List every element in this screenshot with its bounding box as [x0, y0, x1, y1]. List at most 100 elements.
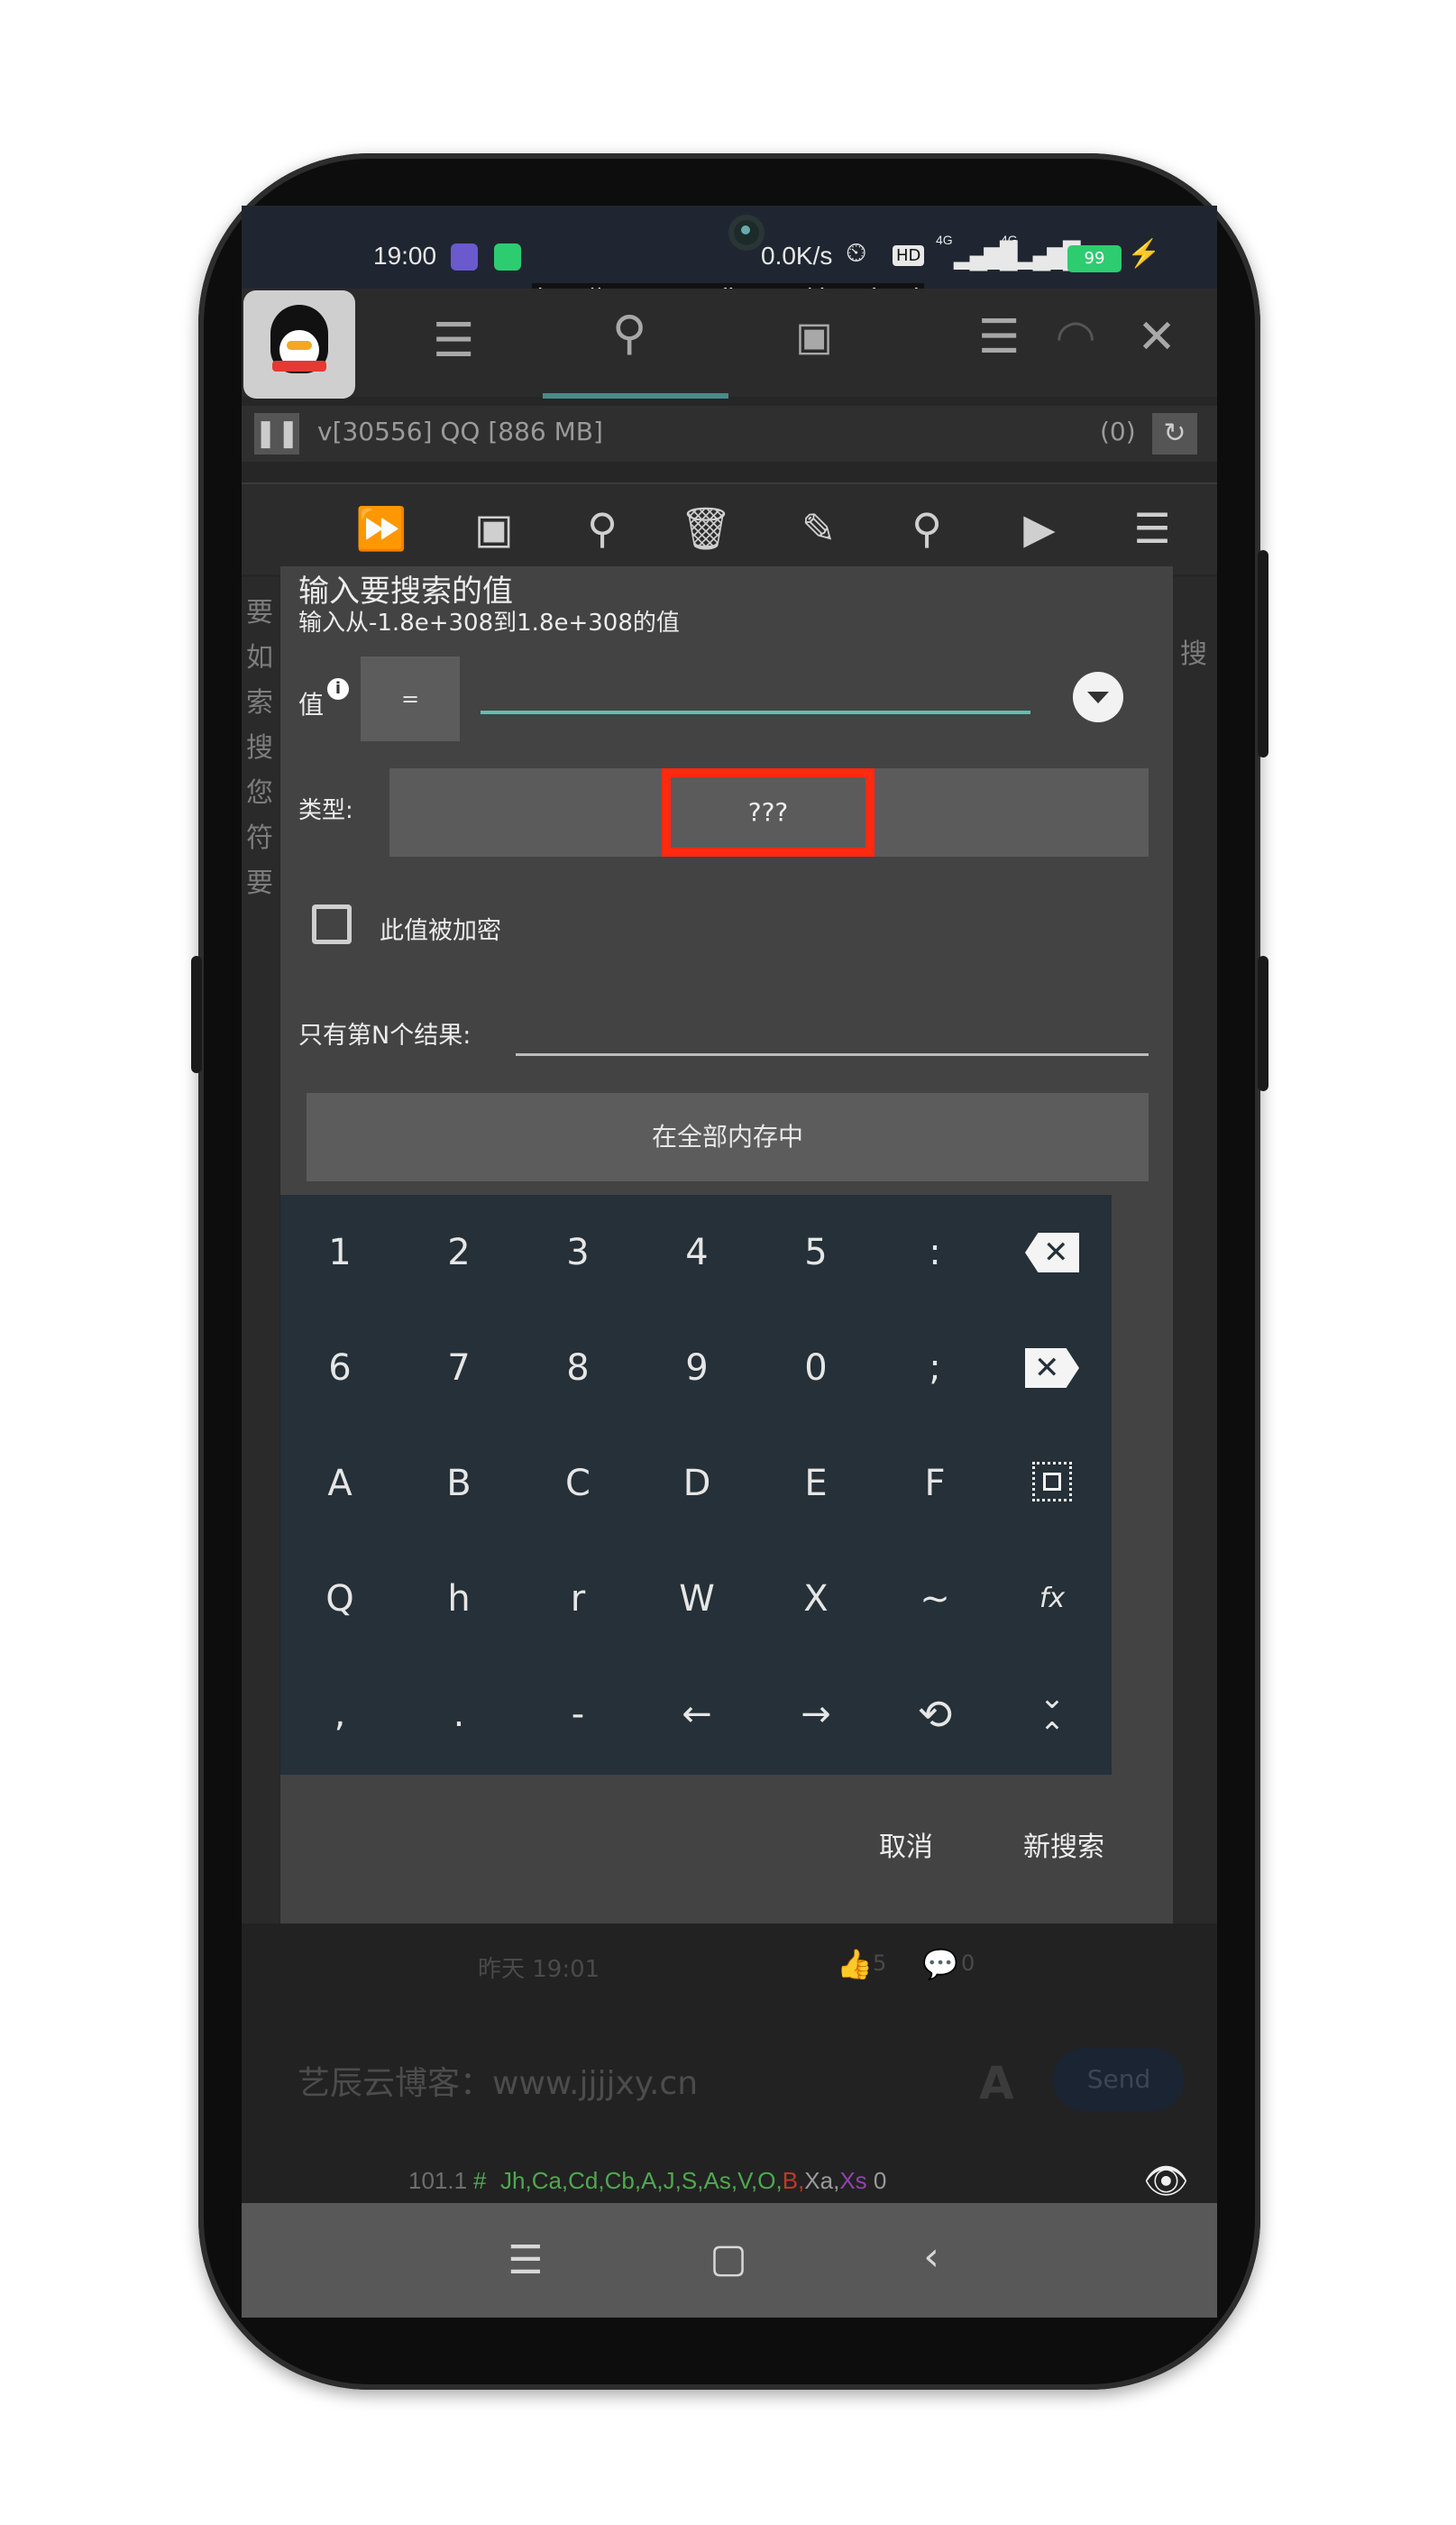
history-dropdown-button[interactable]: [1073, 672, 1123, 722]
pause-icon[interactable]: ❚❚: [254, 413, 299, 454]
charging-icon: ⚡: [1127, 239, 1161, 269]
key-right-arrow[interactable]: →: [756, 1657, 875, 1772]
refresh-icon[interactable]: ↻: [1152, 413, 1197, 454]
network-speed: 0.0K/s: [761, 242, 833, 270]
type-selector-value[interactable]: ???: [662, 768, 875, 857]
key-1[interactable]: 1: [280, 1195, 399, 1310]
key-2[interactable]: 2: [399, 1195, 518, 1310]
save-list-icon[interactable]: ▣: [467, 508, 521, 549]
search-small-icon[interactable]: ⚲: [900, 508, 954, 549]
key-a[interactable]: A: [280, 1426, 399, 1541]
front-camera: [728, 215, 765, 251]
recent-apps-icon[interactable]: ☰: [494, 2237, 557, 2283]
gg-secondary-toolbar: ⏩ ▣ ⚲ 🗑 ✎ ⚲ ▶ ☰: [242, 482, 1217, 574]
background-chat-area: 昨天 19:01 👍 5 💬 0 艺辰云博客：www.jjjjxy.cn A S…: [242, 1924, 1217, 2203]
status-time: 19:00: [373, 242, 437, 270]
clear-icon[interactable]: ✕: [993, 1310, 1112, 1426]
key-semicolon[interactable]: ;: [875, 1310, 994, 1426]
key-6[interactable]: 6: [280, 1310, 399, 1426]
edit-icon[interactable]: ✎: [792, 508, 846, 549]
bg-char: 符: [246, 822, 273, 854]
search-unknown-icon[interactable]: ⚲: [575, 508, 629, 549]
play-icon[interactable]: ▶: [1012, 508, 1067, 549]
fx-icon[interactable]: fx: [993, 1541, 1112, 1657]
key-4[interactable]: 4: [637, 1195, 756, 1310]
bg-char: 如: [246, 642, 273, 674]
key-0[interactable]: 0: [756, 1310, 875, 1426]
legend-type-a: A,: [641, 2167, 664, 2194]
network-type: 4G: [936, 233, 953, 247]
dialog-subtitle: 输入从-1.8e+308到1.8e+308的值: [298, 610, 680, 637]
operator-button[interactable]: =: [361, 656, 460, 741]
comment-count: 0: [961, 1951, 975, 1976]
key-x[interactable]: X: [756, 1541, 875, 1657]
bg-char: 索: [246, 687, 273, 719]
alarm-icon: ⏲: [846, 238, 867, 268]
bg-char: 搜: [246, 732, 273, 764]
volume-button: [1258, 550, 1268, 758]
key-9[interactable]: 9: [637, 1310, 756, 1426]
select-all-icon[interactable]: [993, 1426, 1112, 1541]
info-icon[interactable]: i: [327, 678, 349, 700]
key-e[interactable]: E: [756, 1426, 875, 1541]
backspace-icon[interactable]: ✕: [993, 1195, 1112, 1310]
search-icon[interactable]: ⚲: [598, 310, 661, 357]
hd-icon: HD: [893, 245, 925, 266]
save-icon[interactable]: ▣: [783, 314, 846, 361]
encrypted-checkbox[interactable]: [312, 904, 352, 944]
menu-icon[interactable]: ☰: [1125, 508, 1179, 549]
key-c[interactable]: C: [518, 1426, 637, 1541]
value-label: 值: [298, 690, 325, 720]
settings-sliders-icon[interactable]: ☰: [422, 317, 485, 364]
key-comma[interactable]: ,: [280, 1657, 399, 1772]
nth-result-input[interactable]: [516, 1008, 1149, 1053]
new-search-button[interactable]: 新搜索: [1023, 1824, 1104, 1864]
qq-app-icon[interactable]: [243, 290, 355, 399]
key-f[interactable]: F: [875, 1426, 994, 1541]
legend-type-j: J,: [663, 2167, 682, 2194]
home-icon[interactable]: ▢: [697, 2236, 760, 2282]
value-input[interactable]: [481, 666, 1030, 711]
key-period[interactable]: .: [399, 1657, 518, 1772]
key-w[interactable]: W: [637, 1541, 756, 1657]
delete-icon[interactable]: 🗑: [679, 508, 733, 549]
key-h[interactable]: h: [399, 1541, 518, 1657]
legend-count: 0: [866, 2167, 887, 2194]
close-icon[interactable]: ✕: [1125, 314, 1188, 361]
key-tilde[interactable]: ~: [875, 1541, 994, 1657]
fast-forward-icon[interactable]: ⏩: [354, 508, 408, 549]
power-button: [1258, 956, 1268, 1091]
key-q[interactable]: Q: [280, 1541, 399, 1657]
legend-type-o: O,: [757, 2167, 783, 2194]
key-d[interactable]: D: [637, 1426, 756, 1541]
legend-type-xa: Xa,: [804, 2167, 840, 2194]
legend-type-b: B,: [782, 2167, 805, 2194]
back-icon[interactable]: ‹: [900, 2234, 963, 2280]
hex-keyboard: 1 2 3 4 5 : ✕ 6 7 8 9 0 ; ✕ A B C D E F …: [280, 1195, 1112, 1775]
cancel-button[interactable]: 取消: [879, 1824, 933, 1864]
blog-watermark: 艺辰云博客：www.jjjjxy.cn: [298, 2065, 699, 2102]
encrypted-label: 此值被加密: [380, 917, 501, 945]
headphones-icon: ◠: [1055, 310, 1096, 364]
key-r[interactable]: r: [518, 1541, 637, 1657]
key-7[interactable]: 7: [399, 1310, 518, 1426]
type-legend: Jh,Ca,Cd,Cb,A,J,S,As,V,O,B,Xa,Xs 0: [500, 2167, 886, 2195]
gg-version: 101.1: [408, 2167, 468, 2194]
key-b[interactable]: B: [399, 1426, 518, 1541]
key-left-arrow[interactable]: ←: [637, 1657, 756, 1772]
legend-type-jh: Jh,: [500, 2167, 532, 2194]
history-icon[interactable]: ⟲: [875, 1657, 994, 1772]
status-bar: 19:00 0.0K/s ⏲ HD 4G ▂▄▆█ 4G ▂▄▆█ 99 ⚡: [242, 206, 1217, 289]
key-8[interactable]: 8: [518, 1310, 637, 1426]
collapse-icon[interactable]: ⌄ ⌃: [993, 1657, 1112, 1772]
key-minus[interactable]: -: [518, 1657, 637, 1772]
battery-icon: 99: [1067, 245, 1122, 272]
key-3[interactable]: 3: [518, 1195, 637, 1310]
key-5[interactable]: 5: [756, 1195, 875, 1310]
key-colon[interactable]: :: [875, 1195, 994, 1310]
memory-range-button[interactable]: 在全部内存中: [307, 1093, 1149, 1181]
list-icon[interactable]: ☰: [967, 314, 1030, 361]
eye-icon[interactable]: 👁: [1143, 2160, 1189, 2202]
bg-time: 昨天 19:01: [478, 1956, 600, 1983]
like-count: 5: [873, 1951, 887, 1976]
